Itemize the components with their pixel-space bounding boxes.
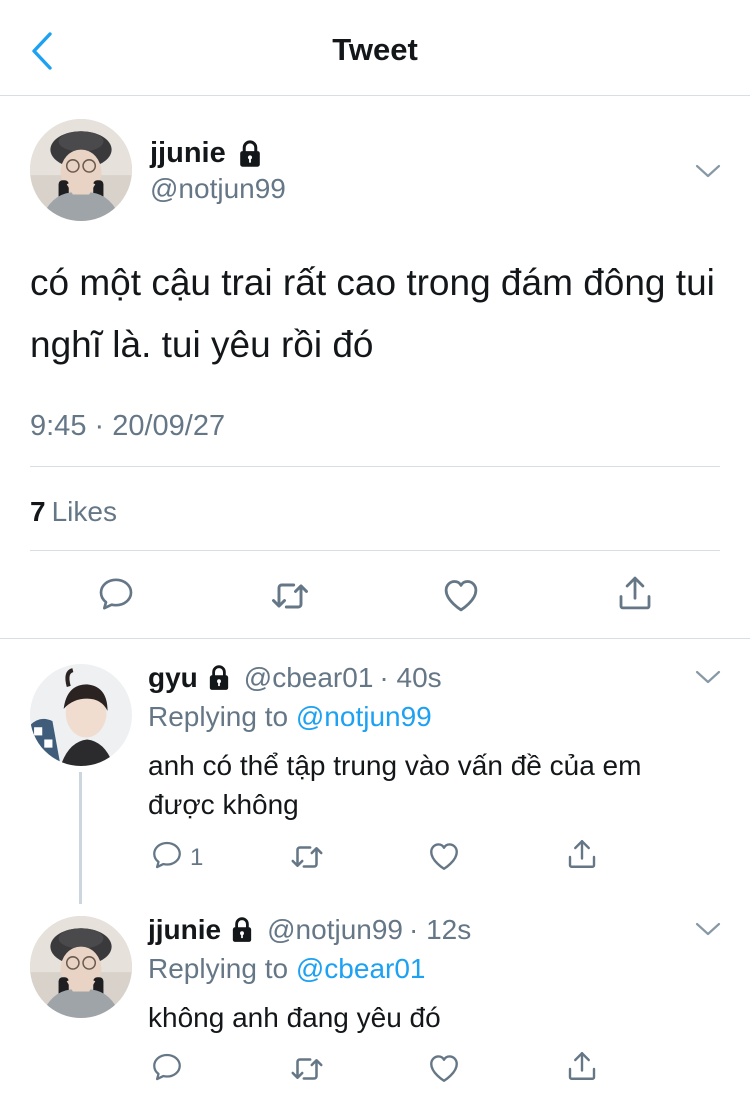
heart-icon[interactable] bbox=[426, 1050, 462, 1086]
replying-prefix: Replying to bbox=[148, 953, 289, 984]
thread-connector-line bbox=[79, 772, 82, 904]
author-name[interactable]: jjunie bbox=[150, 137, 264, 170]
tweet-timestamp: 9:45 · 20/09/27 bbox=[30, 410, 226, 442]
thread-divider bbox=[0, 638, 750, 639]
page-title: Tweet bbox=[332, 32, 418, 67]
replying-to: Replying to @notjun99 bbox=[148, 701, 432, 733]
chevron-down-icon[interactable] bbox=[694, 668, 722, 686]
user-photo bbox=[30, 916, 132, 1018]
retweet-icon[interactable] bbox=[288, 1050, 326, 1088]
share-icon[interactable] bbox=[564, 836, 600, 872]
replying-prefix: Replying to bbox=[148, 701, 289, 732]
mention-link[interactable]: @notjun99 bbox=[296, 701, 432, 732]
comment-icon[interactable] bbox=[150, 1050, 184, 1084]
comment-icon[interactable] bbox=[96, 574, 136, 614]
comment-icon[interactable] bbox=[150, 838, 184, 872]
likes-number: 7 bbox=[30, 496, 46, 527]
reply-text: anh có thể tập trung vào vấn đề của em đ… bbox=[148, 750, 642, 820]
share-icon[interactable] bbox=[614, 572, 656, 614]
divider bbox=[30, 466, 720, 467]
heart-icon[interactable] bbox=[426, 838, 462, 874]
reply-author-name: jjunie bbox=[148, 914, 222, 945]
reply-text: không anh đang yêu đó bbox=[148, 1002, 441, 1033]
author-name-text: jjunie bbox=[150, 137, 226, 169]
reply-count: 1 bbox=[190, 844, 204, 871]
user-photo bbox=[30, 664, 132, 766]
avatar[interactable] bbox=[30, 916, 132, 1018]
retweet-icon[interactable] bbox=[288, 838, 326, 876]
author-handle[interactable]: @notjun99 bbox=[150, 173, 286, 205]
reply-header[interactable]: gyu @cbear01 · 40s bbox=[148, 662, 442, 694]
likes-label: Likes bbox=[51, 496, 117, 527]
reply-author-handle: @cbear01 bbox=[243, 662, 374, 693]
user-photo bbox=[30, 119, 132, 221]
retweet-icon[interactable] bbox=[268, 574, 312, 618]
mention-link[interactable]: @cbear01 bbox=[296, 953, 426, 984]
replying-to: Replying to @cbear01 bbox=[148, 953, 425, 985]
reply-author-handle: @notjun99 bbox=[267, 914, 403, 945]
top-nav-bar: Tweet bbox=[0, 0, 750, 96]
share-icon[interactable] bbox=[564, 1048, 600, 1084]
reply-header[interactable]: jjunie @notjun99 · 12s bbox=[148, 914, 471, 946]
avatar[interactable] bbox=[30, 664, 132, 766]
likes-count[interactable]: 7 Likes bbox=[30, 496, 117, 528]
divider bbox=[30, 550, 720, 551]
chevron-down-icon[interactable] bbox=[694, 920, 722, 938]
lock-icon bbox=[236, 139, 264, 169]
heart-icon[interactable] bbox=[440, 574, 482, 616]
lock-icon bbox=[206, 664, 232, 692]
lock-icon bbox=[229, 916, 255, 944]
reply-author-name: gyu bbox=[148, 662, 198, 693]
avatar[interactable] bbox=[30, 119, 132, 221]
reply-time: · 12s bbox=[408, 914, 472, 945]
tweet-text: có một cậu trai rất cao trong đám đông t… bbox=[30, 262, 715, 365]
chevron-down-icon[interactable] bbox=[694, 162, 722, 180]
reply-time: · 40s bbox=[379, 662, 442, 693]
